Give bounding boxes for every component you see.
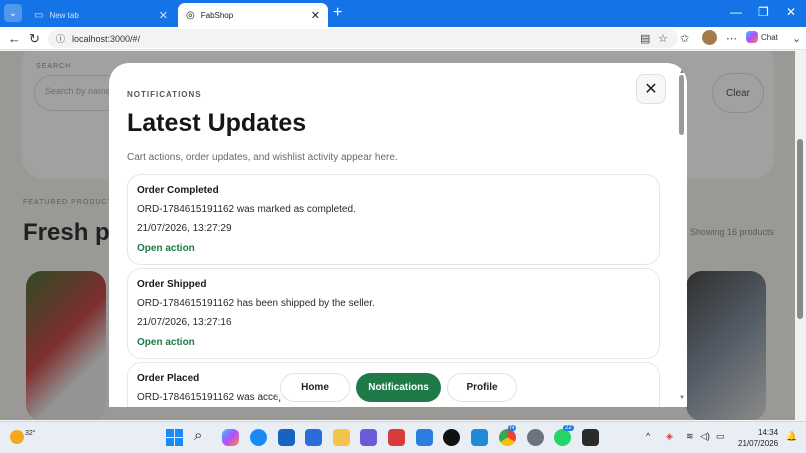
reader-mode-icon[interactable]: ▤ <box>640 32 650 45</box>
temperature: 32° <box>25 429 36 437</box>
nav-notifications-button[interactable]: Notifications <box>356 373 441 402</box>
bottom-navigation: Home Notifications Profile <box>275 367 523 407</box>
chat-label: Chat <box>761 32 778 42</box>
modal-subtitle: Cart actions, order updates, and wishlis… <box>127 152 398 163</box>
modal-scrollbar[interactable]: ▲ ▼ <box>679 69 685 407</box>
chevron-down-icon[interactable]: ⌄ <box>792 32 801 45</box>
globe-icon: ◎ <box>186 9 195 21</box>
start-icon[interactable] <box>166 429 183 446</box>
close-icon[interactable]: ✕ <box>159 9 168 22</box>
notification-title: Order Shipped <box>137 279 207 290</box>
restore-icon[interactable]: ❐ <box>758 5 769 19</box>
notification-card: Order Shipped ORD-1784615191162 has been… <box>127 268 660 359</box>
new-tab-button[interactable]: + <box>333 4 342 22</box>
tab-new-tab[interactable]: ▭ New tab ✕ <box>26 3 176 27</box>
open-action-link[interactable]: Open action <box>137 337 650 348</box>
page-scrollbar[interactable] <box>795 51 806 420</box>
weather-widget[interactable]: 32° <box>10 430 36 444</box>
tiktok-icon[interactable] <box>443 429 460 446</box>
close-window-icon[interactable]: ✕ <box>786 5 796 19</box>
chrome-icon[interactable] <box>499 429 516 446</box>
notification-time: 21/07/2026, 13:27:16 <box>137 317 232 328</box>
chat-button[interactable]: Chat <box>746 31 778 43</box>
store-icon[interactable] <box>278 429 295 446</box>
nav-profile-button[interactable]: Profile <box>447 373 517 402</box>
nav-home-button[interactable]: Home <box>280 373 350 402</box>
antivirus-icon[interactable]: ◈ <box>666 431 673 442</box>
favorites-icon[interactable]: ✩ <box>680 32 689 45</box>
close-icon: ✕ <box>644 81 658 98</box>
url-text: localhost:3000/#/ <box>72 33 141 44</box>
profile-avatar[interactable] <box>702 30 717 45</box>
teams-icon[interactable] <box>360 429 377 446</box>
modal-scrollbar-thumb[interactable] <box>679 75 684 135</box>
close-icon[interactable]: ✕ <box>311 9 320 22</box>
sun-icon <box>10 430 24 444</box>
vscode-icon[interactable] <box>471 429 488 446</box>
notification-message: ORD-1784615191162 has been shipped by th… <box>137 298 375 309</box>
taskbar: 32° ⌕ N 22 ^ ◈ ≋ ◁) ▭ 14:34 21/07/2026 🔔 <box>0 421 806 453</box>
notification-bell-icon[interactable]: 🔔 <box>786 431 797 442</box>
outlook-icon[interactable] <box>305 429 322 446</box>
refresh-icon[interactable]: ↻ <box>29 31 40 47</box>
copilot-icon[interactable] <box>222 429 239 446</box>
search-icon[interactable]: ⌕ <box>194 427 211 444</box>
notification-message: ORD-1784615191162 was marked as complete… <box>137 204 356 215</box>
terminal-icon[interactable] <box>582 429 599 446</box>
url-field[interactable]: ⓘ localhost:3000/#/ <box>48 29 678 48</box>
clock-time: 14:34 <box>758 428 779 437</box>
edge-icon[interactable] <box>250 429 267 446</box>
modal-eyebrow: NOTIFICATIONS <box>127 90 202 99</box>
clock-date: 21/07/2026 <box>738 439 779 448</box>
battery-icon[interactable]: ▭ <box>716 431 725 442</box>
chevron-up-icon[interactable]: ^ <box>646 431 650 441</box>
page-icon: ▭ <box>34 9 44 21</box>
system-clock[interactable]: 14:34 21/07/2026 <box>738 427 778 449</box>
settings-icon[interactable] <box>527 429 544 446</box>
info-icon: ⓘ <box>56 34 66 44</box>
whatsapp-icon[interactable] <box>554 429 571 446</box>
notification-time: 21/07/2026, 13:27:29 <box>137 223 232 234</box>
browser-tab-bar: ⌄ ▭ New tab ✕ ◎ FabShop ✕ + — ❐ ✕ <box>0 0 806 27</box>
scrollbar-thumb[interactable] <box>797 139 803 319</box>
tab-fabshop[interactable]: ◎ FabShop ✕ <box>178 3 328 27</box>
favorite-star-icon[interactable]: ☆ <box>658 32 668 45</box>
volume-icon[interactable]: ◁) <box>700 431 710 442</box>
whatsapp-badge: 22 <box>563 425 574 431</box>
folder-icon[interactable] <box>333 429 350 446</box>
notification-card: Order Completed ORD-1784615191162 was ma… <box>127 174 660 265</box>
notifications-modal: NOTIFICATIONS Latest Updates Cart action… <box>109 63 687 407</box>
close-button[interactable]: ✕ <box>636 74 666 104</box>
wps-icon[interactable] <box>388 429 405 446</box>
notification-title: Order Completed <box>137 185 219 196</box>
address-bar: ← ↻ ⓘ localhost:3000/#/ ▤ ☆ ✩ ⋯ Chat ⌄ <box>0 27 806 50</box>
open-action-link[interactable]: Open action <box>137 243 650 254</box>
tab-actions-button[interactable]: ⌄ <box>4 4 22 22</box>
copilot-icon <box>746 31 758 43</box>
chrome-badge: N <box>508 425 517 431</box>
tab-label: FabShop <box>200 10 234 20</box>
modal-title: Latest Updates <box>127 109 307 137</box>
more-icon[interactable]: ⋯ <box>726 32 737 45</box>
scroll-down-icon[interactable]: ▼ <box>679 395 685 401</box>
back-icon[interactable]: ← <box>8 31 21 46</box>
todo-icon[interactable] <box>416 429 433 446</box>
tab-label: New tab <box>49 10 79 20</box>
minimize-icon[interactable]: — <box>730 5 742 19</box>
wifi-icon[interactable]: ≋ <box>686 431 694 442</box>
